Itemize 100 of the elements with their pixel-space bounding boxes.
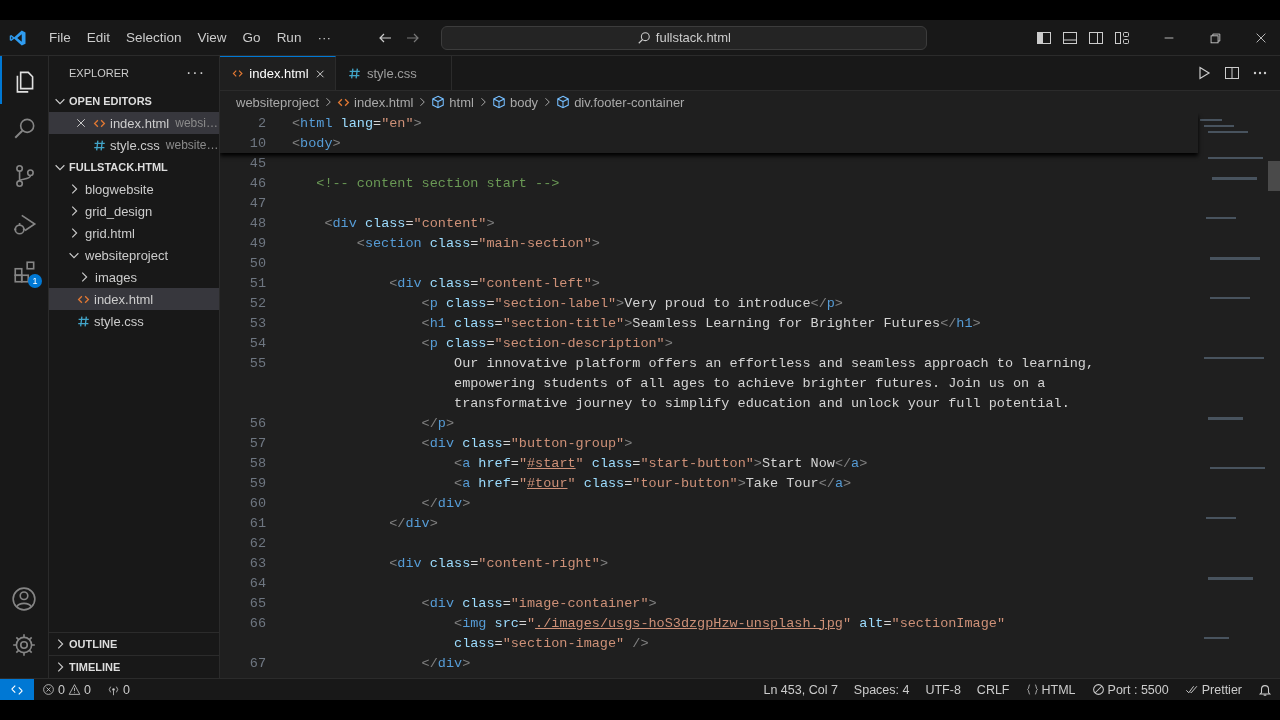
tree-item[interactable]: websiteproject: [49, 244, 219, 266]
code-line: <h1 class="section-title">Seamless Learning for Brighter Futures</h1>: [420, 315, 981, 331]
remote-button[interactable]: [0, 679, 34, 700]
line-number: 59: [249, 475, 266, 491]
remote-icon: [10, 682, 24, 697]
line-number: 52: [249, 295, 266, 311]
account-icon[interactable]: [11, 586, 37, 612]
status-item[interactable]: Prettier: [1176, 682, 1250, 697]
tree-item[interactable]: grid_design: [49, 200, 219, 222]
line-number: 65: [249, 595, 266, 611]
line-number: 63: [249, 555, 266, 571]
line-number: 53: [249, 315, 266, 331]
tree-item[interactable]: style.css: [49, 310, 219, 332]
code-line: <img src="./images/usgs-hoS3dzgpHzw-unsplash.jpg" alt="sectionImage": [453, 615, 1005, 631]
status-item[interactable]: UTF-8: [917, 682, 969, 697]
tree-item[interactable]: images: [49, 266, 219, 288]
line-number: 46: [249, 175, 266, 191]
section-header[interactable]: TIMELINE: [49, 655, 219, 678]
css-file-icon: [77, 314, 90, 328]
open-editor-item[interactable]: index.html websi…: [49, 112, 219, 134]
code-line: <div class="button-group">: [420, 435, 633, 451]
line-number: 57: [249, 435, 266, 451]
breadcrumb-item[interactable]: div.footer-container: [556, 94, 685, 110]
antenna-icon: [106, 683, 120, 696]
layout-icon[interactable]: [1114, 29, 1130, 46]
close-icon[interactable]: [314, 67, 325, 80]
problems-button[interactable]: 0 0: [34, 682, 99, 697]
line-number: 49: [249, 235, 266, 251]
code-line: empowering students of all ages to achieve brighter futures. Join us on a: [453, 375, 1046, 391]
line-number: 67: [249, 655, 266, 671]
split-editor-icon[interactable]: [1224, 65, 1240, 81]
status-item[interactable]: Ln 453, Col 7: [755, 682, 846, 697]
line-number: 47: [249, 195, 266, 211]
toggle-secondary-sidebar-icon[interactable]: [1088, 29, 1104, 46]
toggle-sidebar-icon[interactable]: [1036, 29, 1052, 46]
open-editor-item[interactable]: style.css website…: [49, 134, 219, 156]
code-line: <p class="section-label">Very proud to introduce</p>: [420, 295, 843, 311]
tree-item[interactable]: grid.html: [49, 222, 219, 244]
status-item[interactable]: HTML: [1017, 682, 1084, 697]
code-line: Our innovative platform offers an effortless and seamless approach to learning,: [453, 355, 1095, 371]
settings-icon[interactable]: [11, 632, 37, 658]
menu-item[interactable]: Run: [268, 30, 310, 45]
section-header[interactable]: OUTLINE: [49, 632, 219, 655]
run-icon[interactable]: [1196, 65, 1212, 81]
editor-tab[interactable]: style.css: [336, 56, 452, 90]
css-file-icon: [348, 66, 361, 80]
cube-icon: [556, 95, 571, 109]
command-center-search[interactable]: fullstack.html: [440, 25, 927, 50]
activity-button[interactable]: 1: [0, 248, 48, 296]
menu-item[interactable]: View: [189, 30, 235, 45]
breadcrumb-item[interactable]: body: [491, 94, 539, 110]
code-line: </div>: [420, 655, 471, 671]
line-number: 48: [249, 215, 266, 231]
line-number: 50: [249, 255, 266, 271]
line-number: 64: [249, 575, 266, 591]
breadcrumb-item[interactable]: websiteproject: [236, 94, 320, 110]
code-line: <div class="image-container">: [420, 595, 657, 611]
code-line: <div class="content">: [323, 215, 495, 231]
menu-item[interactable]: Go: [234, 30, 269, 45]
more-actions-button[interactable]: ···: [186, 64, 205, 82]
line-number: 54: [249, 335, 266, 351]
menu-item[interactable]: Selection: [118, 30, 190, 45]
menu-item[interactable]: Edit: [78, 30, 119, 45]
line-number: 58: [249, 455, 266, 471]
code-line: <a href="#start" class="start-button">Start Now</a>: [453, 455, 868, 471]
editor-tab[interactable]: index.html: [220, 56, 336, 90]
bell-icon: [1258, 682, 1272, 697]
code-line: class="section-image" />: [453, 635, 649, 651]
double-check-icon: [1184, 683, 1199, 696]
tree-item[interactable]: index.html: [49, 288, 219, 310]
line-number: 51: [249, 275, 266, 291]
code-line: <div class="content-left">: [388, 275, 600, 291]
blocked-icon: [1091, 683, 1105, 696]
code-line: <p class="section-description">: [420, 335, 673, 351]
status-item[interactable]: CRLF: [968, 682, 1018, 697]
status-item[interactable]: Spaces: 4: [845, 682, 918, 697]
line-number: 60: [249, 495, 266, 511]
toggle-panel-icon[interactable]: [1062, 29, 1078, 46]
restore-icon[interactable]: [1208, 30, 1222, 45]
scrollbar-thumb[interactable]: [1268, 161, 1280, 191]
code-line: <div class="content-right">: [388, 555, 608, 571]
tree-item[interactable]: blogwebsite: [49, 178, 219, 200]
breadcrumb-item[interactable]: index.html: [337, 94, 414, 110]
ports-button[interactable]: 0: [98, 682, 138, 697]
html-file-icon: [232, 67, 244, 80]
line-number: 62: [249, 535, 266, 551]
line-number: 45: [249, 155, 266, 171]
status-item[interactable]: Port : 5500: [1083, 682, 1177, 697]
line-number: 55: [249, 355, 266, 371]
section-header[interactable]: FULLSTACK.HTML: [49, 156, 219, 178]
breadcrumb-item[interactable]: html: [431, 94, 474, 110]
close-icon[interactable]: [75, 117, 87, 129]
css-file-icon: [93, 138, 106, 152]
menu-item[interactable]: File: [41, 30, 79, 45]
menu-item[interactable]: ···: [309, 30, 339, 45]
cube-icon: [431, 95, 446, 109]
code-line: </div>: [420, 495, 471, 511]
line-number: 61: [249, 515, 266, 531]
section-header[interactable]: OPEN EDITORS: [49, 90, 219, 112]
explorer-title: EXPLORER: [69, 67, 129, 79]
